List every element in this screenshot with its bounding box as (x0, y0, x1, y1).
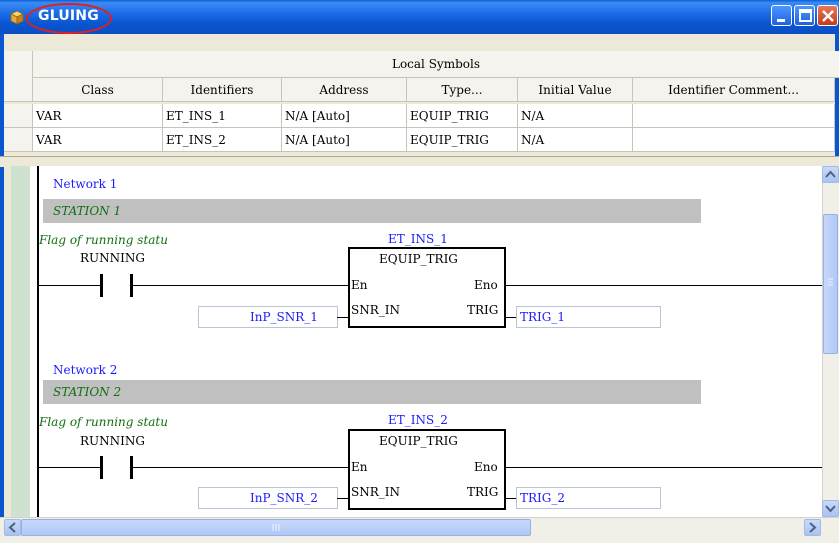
contact-comment: Flag of running statu (39, 415, 168, 429)
column-header-identifier-comment[interactable]: Identifier Comment... (633, 78, 835, 102)
minimize-icon (777, 19, 785, 22)
maximize-button[interactable] (794, 5, 815, 26)
cell-type[interactable]: EQUIP_TRIG (407, 104, 518, 128)
row-header[interactable] (4, 104, 33, 128)
network-title: STATION 2 (53, 385, 122, 399)
package-icon (9, 9, 25, 25)
cell-comment[interactable] (633, 128, 835, 152)
rung-wire (133, 467, 350, 468)
cell-comment[interactable] (633, 104, 835, 128)
fb-pin-eno: Eno (474, 278, 498, 292)
scroll-right-button[interactable] (804, 519, 821, 536)
output-variable[interactable]: TRIG_2 (520, 491, 565, 505)
cell-class[interactable]: VAR (33, 128, 163, 152)
contact-variable[interactable]: RUNNING (80, 434, 145, 448)
title-bar[interactable] (0, 0, 839, 34)
cell-type[interactable]: EQUIP_TRIG (407, 128, 518, 152)
rung-wire (505, 467, 822, 468)
output-variable[interactable]: TRIG_1 (520, 310, 565, 324)
left-power-rail (37, 166, 39, 517)
column-header-class[interactable]: Class (33, 78, 163, 102)
editor-left-border (4, 166, 11, 517)
pin-wire (337, 317, 349, 318)
rung-wire (505, 285, 822, 286)
cell-class[interactable]: VAR (33, 104, 163, 128)
column-header-type[interactable]: Type... (407, 78, 518, 102)
pin-wire (337, 498, 349, 499)
column-header-identifiers[interactable]: Identifiers (163, 78, 282, 102)
close-button[interactable] (817, 5, 838, 26)
table-corner (4, 51, 33, 102)
contact-left-bar[interactable] (100, 456, 103, 479)
column-header-initial-value[interactable]: Initial Value (518, 78, 633, 102)
cell-identifier[interactable]: ET_INS_1 (163, 104, 282, 128)
arrow-right-icon (809, 522, 817, 533)
network-title: STATION 1 (53, 204, 122, 218)
ladder-gutter (11, 166, 30, 517)
splitter-grip-icon[interactable] (306, 157, 554, 171)
scroll-down-button[interactable] (822, 500, 839, 517)
rung-wire (39, 467, 101, 468)
rung-wire (39, 285, 101, 286)
fb-pin-en: En (351, 460, 368, 474)
fb-pin-snr-in: SNR_IN (351, 485, 400, 499)
fb-pin-trig: TRIG (467, 485, 499, 499)
network-title-bar[interactable]: STATION 1 (43, 199, 701, 223)
vertical-scroll-thumb[interactable] (823, 214, 838, 354)
fb-pin-trig: TRIG (467, 303, 499, 317)
column-header-address[interactable]: Address (282, 78, 407, 102)
horizontal-scroll-thumb[interactable] (21, 519, 531, 536)
close-icon (822, 10, 834, 22)
arrow-down-icon (825, 505, 836, 513)
minimize-button[interactable] (771, 5, 792, 26)
input-variable[interactable]: InP_SNR_1 (250, 310, 318, 324)
contact-variable[interactable]: RUNNING (80, 251, 145, 265)
contact-comment: Flag of running statu (39, 233, 168, 247)
input-variable[interactable]: InP_SNR_2 (250, 491, 318, 505)
fb-type: EQUIP_TRIG (379, 434, 458, 448)
cell-address[interactable]: N/A [Auto] (282, 104, 407, 128)
arrow-up-icon (825, 170, 836, 178)
fb-instance-name[interactable]: ET_INS_1 (388, 232, 448, 246)
scroll-up-button[interactable] (822, 166, 839, 183)
cell-initial-value[interactable]: N/A (518, 104, 633, 128)
fb-pin-eno: Eno (474, 460, 498, 474)
network-title-bar[interactable]: STATION 2 (43, 380, 701, 404)
maximize-icon (799, 9, 812, 22)
fb-instance-name[interactable]: ET_INS_2 (388, 413, 448, 427)
local-symbols-title: Local Symbols (33, 51, 839, 78)
scroll-left-button[interactable] (4, 519, 21, 536)
arrow-left-icon (8, 522, 16, 533)
highlight-ring (26, 3, 112, 34)
fb-type: EQUIP_TRIG (379, 252, 458, 266)
cell-identifier[interactable]: ET_INS_2 (163, 128, 282, 152)
cell-initial-value[interactable]: N/A (518, 128, 633, 152)
rung-wire (133, 285, 350, 286)
fb-pin-snr-in: SNR_IN (351, 303, 400, 317)
cell-address[interactable]: N/A [Auto] (282, 128, 407, 152)
fb-pin-en: En (351, 278, 368, 292)
contact-left-bar[interactable] (100, 274, 103, 297)
network-label[interactable]: Network 2 (53, 363, 117, 377)
network-label[interactable]: Network 1 (53, 177, 117, 191)
row-header[interactable] (4, 128, 33, 152)
